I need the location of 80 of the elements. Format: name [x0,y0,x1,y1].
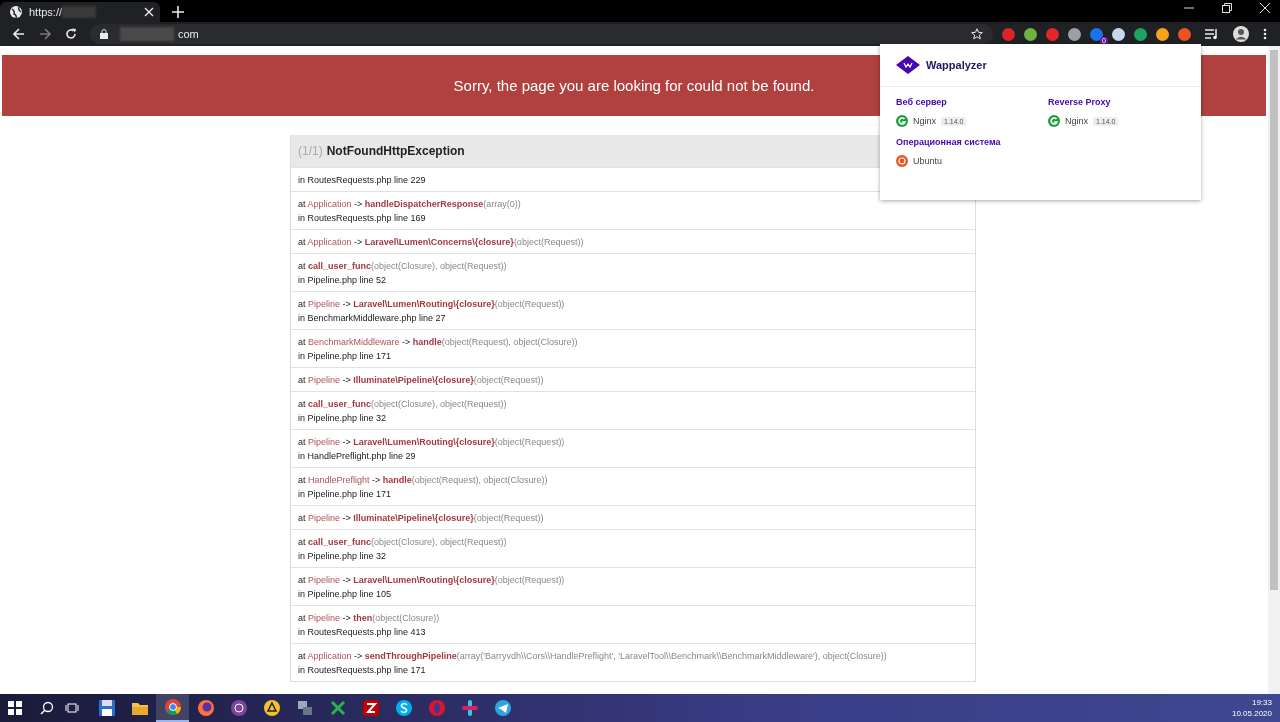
stack-frame-call: at Pipeline -> Laravel\Lumen\Routing\{closure}(object(Request)) [298,436,566,449]
extension-icon[interactable] [1024,27,1037,41]
windows-start-icon[interactable] [8,701,22,715]
stack-frame-location: in RoutesRequests.php line 169 [298,212,427,225]
stack-frame-call: at Application -> sendThroughPipeline(array('Barryvdh\\Cors\\HandlePreflight', 'LaravelTool\\Benchmark\\BenchmarkMiddleware'), object(Closure)) [298,650,888,663]
popup-title: Wappalyzer [926,59,987,71]
stack-frame-call: at Pipeline -> then(object(Closure)) [298,612,441,625]
url-text: com [178,28,199,40]
warning-icon [261,698,282,718]
extension-icon[interactable] [1068,27,1081,41]
wappalyzer-logo-icon [896,56,920,74]
task-view-icon[interactable] [65,702,79,714]
back-icon[interactable] [13,28,25,40]
stack-frame-location: in HandlePreflight.php line 29 [298,450,417,463]
firefox-icon [195,698,216,718]
stack-frame-call: at call_user_func(object(Closure), object(Request)) [298,536,508,549]
stack-frame-location: in Pipeline.php line 32 [298,412,388,425]
redacted-area [62,6,97,18]
tab-title: https:// [29,6,63,18]
search-icon[interactable] [40,701,54,715]
clock-time: 19:33 [1251,697,1272,708]
stack-frame-location: in Pipeline.php line 105 [298,588,393,601]
media-icon[interactable] [1205,28,1219,40]
stack-frame-call: at Application -> Laravel\Lumen\Concerns\{closure}(object(Request)) [298,236,585,249]
error-message: Sorry, the page you are looking for could not be found. [453,77,815,94]
stack-frame-location: in RoutesRequests.php line 413 [298,626,427,639]
stack-frame-location: in Pipeline.php line 171 [298,350,393,363]
skype-icon [393,698,414,718]
exception-count: (1/1) [298,144,323,158]
extension-icon[interactable] [1156,27,1169,41]
stack-frame-location: in Pipeline.php line 52 [298,274,388,287]
exception-name: NotFoundHttpException [326,144,465,158]
new-tab-icon[interactable] [172,6,184,18]
stack-frame-call: at call_user_func(object(Closure), object(Request)) [298,260,508,273]
stack-frame-location: in BenchmarkMiddleware.php line 27 [298,312,447,325]
stack-frame-call: at Pipeline -> Laravel\Lumen\Routing\{closure}(object(Request)) [298,574,566,587]
stack-frame-location: in Pipeline.php line 32 [298,550,388,563]
category-link[interactable]: Операционная система [896,137,1048,147]
stack-frame-call: at Pipeline -> Illuminate\Pipeline\{closure}(object(Request)) [298,374,545,387]
avatar-icon[interactable] [1233,26,1249,42]
chrome-icon [162,697,183,717]
stack-frame-call: at Pipeline -> Laravel\Lumen\Routing\{closure}(object(Request)) [298,298,566,311]
filezilla-icon [360,698,381,718]
reload-icon[interactable] [65,28,77,40]
close-icon[interactable] [144,7,154,17]
browser-tab[interactable]: https:// [0,2,160,22]
stack-frame-location: in RoutesRequests.php line 229 [298,174,427,187]
nginx-icon [1048,115,1060,127]
telegram-icon [492,698,513,718]
slack-icon [459,698,480,718]
technology-link[interactable]: Nginx [1065,116,1088,126]
menu-icon[interactable] [1263,28,1267,40]
category-link[interactable]: Веб сервер [896,97,1048,107]
address-bar[interactable]: com [90,24,993,44]
close-icon[interactable] [1260,3,1270,13]
technology-link[interactable]: Nginx [913,116,936,126]
star-icon[interactable] [971,28,983,40]
redacted-area [120,27,174,41]
stack-frame-call: at Application -> handleDispatcherResponse(array(0)) [298,198,522,211]
scrollbar[interactable] [1268,46,1280,694]
globe-icon [9,5,23,19]
extension-icon[interactable] [1112,27,1125,41]
onion-icon [228,698,249,718]
forward-icon [39,28,51,40]
stack-frame-call: at call_user_func(object(Closure), object(Request)) [298,398,508,411]
restore-icon[interactable] [1222,3,1232,13]
stack-frame-call: at HandlePreflight -> handle(object(Request), object(Closure)) [298,474,549,487]
category-link[interactable]: Reverse Proxy [1048,97,1198,107]
stack-frame-call: at Pipeline -> Illuminate\Pipeline\{closure}(object(Request)) [298,512,545,525]
stack-frame-call: at BenchmarkMiddleware -> handle(object(Request), object(Closure)) [298,336,579,349]
opera-icon [426,698,447,718]
ubuntu-icon [896,155,908,167]
system-clock[interactable]: 19:33 10.05.2020 [1231,697,1280,719]
nginx-icon [896,115,908,127]
clock-date: 10.05.2020 [1231,708,1272,719]
extension-icon[interactable] [1134,27,1147,41]
lock-icon [100,29,108,39]
technology-link[interactable]: Ubuntu [913,156,943,166]
stack-frame-location: in RoutesRequests.php line 171 [298,664,427,677]
stack-frame-location: in Pipeline.php line 171 [298,488,393,501]
